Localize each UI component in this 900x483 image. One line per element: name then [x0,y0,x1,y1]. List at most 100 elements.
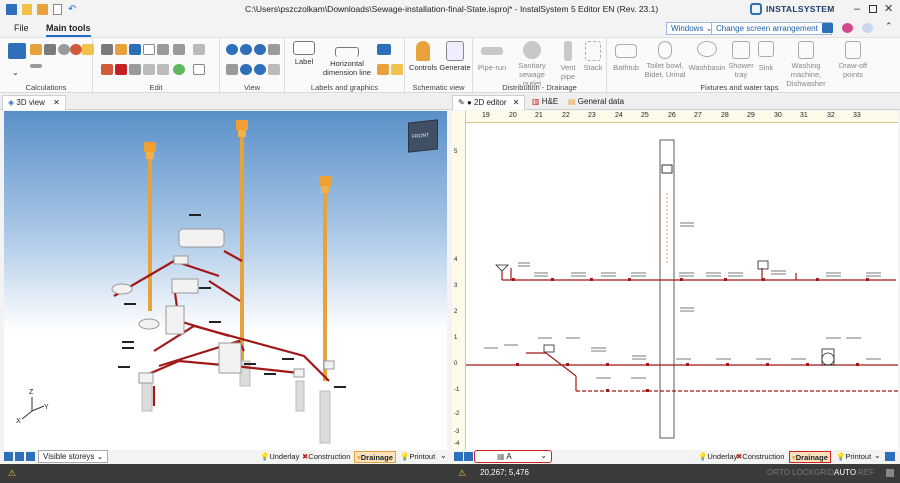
zoom-prev-icon[interactable] [240,64,252,75]
construction-button[interactable]: ✖Construction [734,451,786,463]
underlay-button[interactable]: 💡Underlay [258,451,301,463]
shower-button[interactable]: Shower tray [727,41,755,79]
sink-button[interactable]: Sink [755,41,777,72]
vent-pipe-button[interactable]: Vent pipe [555,41,581,81]
close-tab-icon[interactable]: ✕ [513,98,520,107]
bathtub-button[interactable]: Bathtub [609,41,643,72]
tab-he[interactable]: ▥ H&E [527,95,563,110]
new-icon[interactable] [22,4,32,15]
warning-icon[interactable]: ⚠ [8,468,16,479]
warning-icon[interactable]: ⚠ [458,468,466,479]
draw-off-points-button[interactable]: Draw-off points [835,41,871,79]
storey-up-icon[interactable] [4,452,13,461]
line-icon[interactable] [30,64,42,68]
controls-button[interactable]: Controls [407,41,439,72]
flag-grid[interactable]: GRID [814,468,834,477]
menu-file[interactable]: File [14,23,29,33]
storey-dropdown[interactable]: ▦ A ⌄ [474,450,552,463]
align-icon[interactable] [157,44,169,55]
underlay-button[interactable]: 💡Underlay [696,451,739,463]
table-icon[interactable] [8,43,26,59]
windows-dropdown[interactable]: Windows ⌄ [666,22,718,35]
washing-machine-button[interactable]: Washing machine, Dishwasher [777,41,835,88]
chevron-down-icon[interactable]: ⌄ [440,451,447,460]
mirror-icon[interactable] [173,44,185,55]
collapse-ribbon-icon[interactable]: ⌃ [885,21,893,32]
select-icon[interactable] [193,64,205,75]
sanitary-outlet-button[interactable]: Sanitary sewage outlet [509,41,555,88]
zoom-window-icon[interactable] [254,44,266,55]
generate-button[interactable]: Generate [439,41,471,72]
drop-icon[interactable] [70,44,82,55]
image-icon[interactable] [377,64,389,75]
label-button[interactable]: Label [289,41,319,66]
more-chevron-icon[interactable]: ⌄ [12,68,19,77]
chevron-down-icon[interactable]: ⌄ [874,451,881,460]
paste-icon[interactable] [115,44,127,55]
tab-2d-editor[interactable]: ✎ ● 2D editor ✕ [452,95,526,110]
tab-3d-view[interactable]: ◈ 3D view ✕ [2,95,66,110]
filter-icon[interactable] [26,452,35,461]
open-icon[interactable] [37,4,48,15]
document-icon[interactable] [53,4,62,15]
text-icon[interactable] [377,44,391,55]
rename-icon[interactable] [129,64,141,75]
flag-auto[interactable]: AUTO [834,468,856,477]
palette-icon[interactable] [842,23,853,33]
upper-pipe-run [501,268,896,281]
list-icon[interactable] [193,44,205,55]
zoom-out-icon[interactable] [240,44,252,55]
restore-icon[interactable] [869,5,877,13]
view-cube[interactable]: FRONT [408,119,438,153]
close-icon[interactable]: ✕ [884,2,893,15]
storey-down-icon[interactable] [15,452,24,461]
note-icon[interactable] [391,64,403,75]
help-icon[interactable] [862,23,873,33]
delete-icon[interactable] [115,64,127,75]
flag-lock[interactable]: LOCK [792,468,814,477]
arrangement-dropdown[interactable]: Change screen arrangement ⌄ [711,22,832,35]
layers-icon[interactable] [885,452,895,461]
view-more-icon[interactable] [268,64,280,75]
copy-icon[interactable] [101,44,113,55]
layout-icon[interactable] [822,23,833,33]
status-menu-icon[interactable] [886,469,894,477]
toilet-button[interactable]: Toilet bowl, Bidet, Urinal [643,41,687,79]
storey-up-icon[interactable] [454,452,463,461]
washbasin-button[interactable]: Washbasin [687,41,727,72]
rotate-icon[interactable] [157,64,169,75]
cut-icon[interactable] [101,64,113,75]
visible-storeys-dropdown[interactable]: Visible storeys ⌄ [38,450,109,463]
pipe-run-button[interactable]: Pipe-run [475,41,509,72]
zoom-next-icon[interactable] [254,64,266,75]
flag-ref[interactable]: REF [858,468,874,477]
target-icon[interactable] [173,64,185,75]
close-tab-icon[interactable]: ✕ [53,98,60,107]
printout-button[interactable]: 💡Printout [834,451,873,463]
grid-icon[interactable] [44,44,56,55]
drainage-button[interactable]: ▾Drainage [354,451,396,463]
zoom-fit-icon[interactable] [268,44,280,55]
save-icon[interactable] [6,4,17,15]
move-icon[interactable] [143,64,155,75]
calc-icon[interactable] [30,44,42,55]
2d-editor-canvas[interactable]: 19 20 21 22 23 24 25 26 27 28 29 30 31 3… [452,111,898,450]
menu-main-tools[interactable]: Main tools [46,23,91,37]
zoom-in-icon[interactable] [226,44,238,55]
square-icon[interactable] [143,44,155,55]
modified-dot-icon: ● [466,98,472,107]
3d-viewport[interactable]: Z Y X FRONT [4,111,447,450]
construction-button[interactable]: ✖Construction [300,451,352,463]
undo-icon[interactable]: ↶ [68,4,79,15]
horizontal-dim-button[interactable]: Horizontal dimension line [321,41,373,77]
stack-button[interactable]: Stack [581,41,605,72]
drainage-button[interactable]: ▾Drainage [789,451,831,463]
tab-general-data[interactable]: ▤ General data [563,95,629,110]
redo-icon[interactable] [129,44,141,55]
minimize-icon[interactable]: – [854,3,860,15]
pan-icon[interactable] [226,64,238,75]
gear-icon[interactable] [58,44,70,55]
storey-down-icon[interactable] [464,452,473,461]
flag-orto[interactable]: ORTO [767,468,790,477]
printout-button[interactable]: 💡Printout [398,451,437,463]
